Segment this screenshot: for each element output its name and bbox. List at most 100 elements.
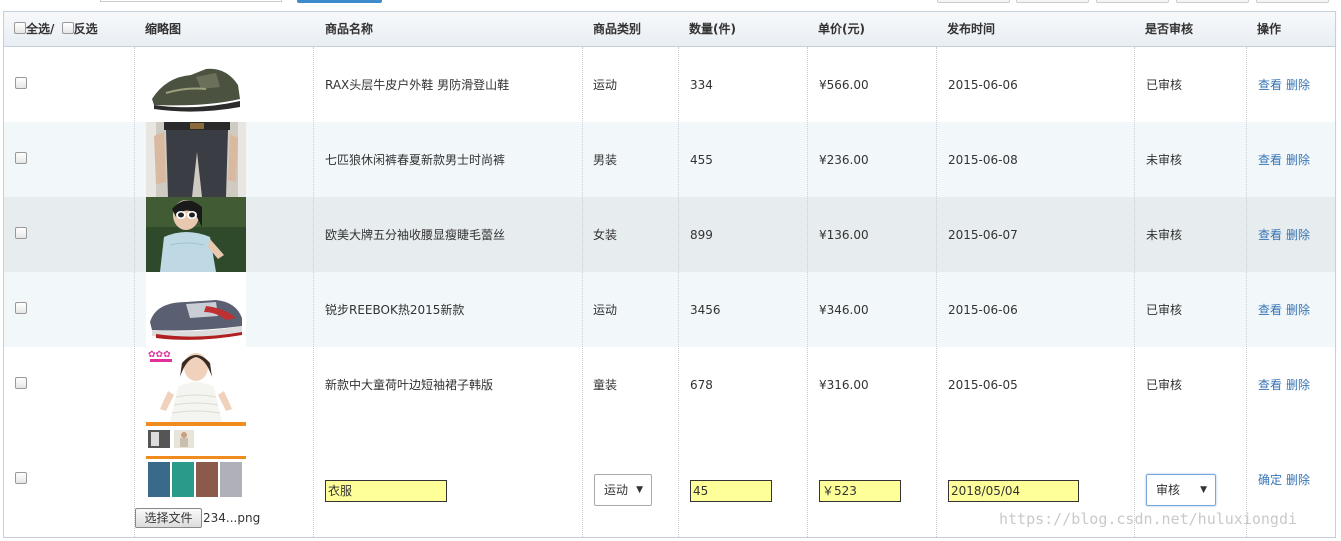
publish-date: 2015-06-07	[948, 227, 1018, 242]
column-header-status: 是否审核	[1145, 22, 1194, 36]
row-checkbox-cell	[15, 347, 27, 422]
product-table: 全选/ 反选 缩略图 商品名称 商品类别 数量(件) 单价(元) 发布时间 是否…	[3, 11, 1336, 538]
table-row: 欧美大牌五分袖收腰显瘦睫毛蕾丝 女装 899 ¥136.00 2015-06-07 未审核…	[4, 197, 1335, 272]
review-status-select[interactable]: 审核 ▼	[1146, 474, 1216, 506]
product-category: 运动	[593, 303, 618, 317]
product-quantity: 455	[690, 152, 713, 167]
product-quantity: 899	[690, 227, 713, 242]
row-actions: 查看 删除	[1258, 197, 1314, 272]
toolbar-button[interactable]	[1016, 0, 1089, 3]
review-status: 未审核	[1146, 153, 1183, 167]
row-checkbox-cell	[15, 122, 27, 197]
product-name: RAX头层牛皮户外鞋 男防滑登山鞋	[325, 78, 510, 92]
select-all-label: 全选/	[26, 22, 55, 36]
product-quantity: 678	[690, 377, 713, 392]
row-actions: 查看 删除	[1258, 122, 1314, 197]
price-input[interactable]: ￥523	[819, 480, 901, 502]
product-name-input[interactable]: 衣服	[325, 480, 447, 502]
review-status: 未审核	[1146, 228, 1183, 242]
search-button[interactable]	[297, 0, 382, 3]
product-price: ¥346.00	[819, 302, 869, 317]
product-name: 七匹狼休闲裤春夏新款男士时尚裤	[325, 153, 506, 167]
column-header-name: 商品名称	[325, 22, 374, 36]
select-all-checkbox[interactable]	[14, 22, 26, 34]
row-checkbox[interactable]	[15, 472, 27, 484]
column-header-thumbnail: 缩略图	[145, 22, 182, 36]
product-name: 欧美大牌五分袖收腰显瘦睫毛蕾丝	[325, 228, 506, 242]
product-price: ¥316.00	[819, 377, 869, 392]
delete-link[interactable]: 删除	[1286, 301, 1310, 318]
row-checkbox[interactable]	[15, 227, 27, 239]
category-select-value: 运动	[604, 483, 629, 497]
svg-text:✿✿✿: ✿✿✿	[148, 350, 171, 360]
lace-top-model-thumbnail	[146, 197, 246, 272]
toolbar-button[interactable]	[937, 0, 1010, 3]
row-actions: 查看 删除	[1258, 47, 1314, 122]
table-row: 锐步REEBOK热2015新款 运动 3456 ¥346.00 2015-06-06 已审…	[4, 272, 1335, 347]
row-checkbox[interactable]	[15, 77, 27, 89]
product-quantity: 334	[690, 77, 713, 92]
publish-date: 2015-06-08	[948, 152, 1018, 167]
column-header-actions: 操作	[1257, 22, 1282, 36]
clothing-collage-thumbnail	[146, 422, 246, 497]
column-header-date: 发布时间	[947, 22, 996, 36]
product-name: 新款中大童荷叶边短袖裙子韩版	[325, 378, 494, 392]
view-link[interactable]: 查看	[1258, 151, 1282, 168]
mens-trousers-thumbnail	[146, 122, 246, 197]
invert-selection-label: 反选	[73, 22, 98, 36]
product-category: 男装	[593, 153, 618, 167]
hiking-shoe-thumbnail	[146, 47, 246, 122]
row-checkbox[interactable]	[15, 302, 27, 314]
toolbar-button[interactable]	[1096, 0, 1169, 3]
product-price: ¥136.00	[819, 227, 869, 242]
row-select-cell	[15, 422, 27, 537]
reebok-sneaker-thumbnail	[146, 272, 246, 347]
product-price: ¥566.00	[819, 77, 869, 92]
delete-link[interactable]: 删除	[1286, 376, 1310, 393]
toolbar-button[interactable]	[1256, 0, 1329, 3]
review-status: 已审核	[1146, 378, 1183, 392]
column-header-price: 单价(元)	[818, 22, 865, 36]
delete-link[interactable]: 删除	[1286, 151, 1310, 168]
dropdown-arrow-icon: ▼	[1200, 485, 1207, 495]
dropdown-arrow-icon: ▼	[636, 485, 643, 495]
table-row: RAX头层牛皮户外鞋 男防滑登山鞋 运动 334 ¥566.00 2015-06-06 已…	[4, 47, 1335, 122]
file-name-label: 234...png	[203, 511, 261, 525]
table-header: 全选/ 反选 缩略图 商品名称 商品类别 数量(件) 单价(元) 发布时间 是否…	[4, 12, 1335, 47]
row-checkbox[interactable]	[15, 377, 27, 389]
column-header-category: 商品类别	[593, 22, 642, 36]
kids-dress-thumbnail: ✿✿✿	[146, 347, 246, 422]
product-name: 锐步REEBOK热2015新款	[325, 303, 465, 317]
row-checkbox-cell	[15, 197, 27, 272]
publish-date: 2015-06-05	[948, 377, 1018, 392]
review-status-value: 审核	[1156, 483, 1181, 497]
publish-date: 2015-06-06	[948, 302, 1018, 317]
category-select[interactable]: 运动 ▼	[594, 474, 652, 506]
select-all-header: 全选/ 反选	[14, 12, 98, 47]
confirm-link[interactable]: 确定	[1258, 471, 1282, 488]
toolbar-button[interactable]	[1176, 0, 1249, 3]
product-category: 运动	[593, 78, 618, 92]
product-price: ¥236.00	[819, 152, 869, 167]
invert-selection-checkbox[interactable]	[61, 22, 74, 34]
view-link[interactable]: 查看	[1258, 226, 1282, 243]
product-category: 童装	[593, 378, 618, 392]
row-checkbox[interactable]	[15, 152, 27, 164]
view-link[interactable]: 查看	[1258, 301, 1282, 318]
view-link[interactable]: 查看	[1258, 376, 1282, 393]
date-input[interactable]: 2018/05/04	[948, 480, 1079, 502]
delete-link[interactable]: 删除	[1286, 471, 1310, 488]
review-status: 已审核	[1146, 78, 1183, 92]
toolbar-remnant	[0, 0, 1341, 6]
choose-file-button[interactable]: 选择文件	[135, 508, 202, 528]
delete-link[interactable]: 删除	[1286, 76, 1310, 93]
view-link[interactable]: 查看	[1258, 76, 1282, 93]
publish-date: 2015-06-06	[948, 77, 1018, 92]
product-category: 女装	[593, 228, 618, 242]
review-status: 已审核	[1146, 303, 1183, 317]
row-actions: 查看 删除	[1258, 272, 1314, 347]
search-input[interactable]	[100, 0, 282, 2]
delete-link[interactable]: 删除	[1286, 226, 1310, 243]
quantity-input[interactable]: 45	[690, 480, 772, 502]
watermark: https://blog.csdn.net/huluxiongdi	[999, 510, 1298, 528]
